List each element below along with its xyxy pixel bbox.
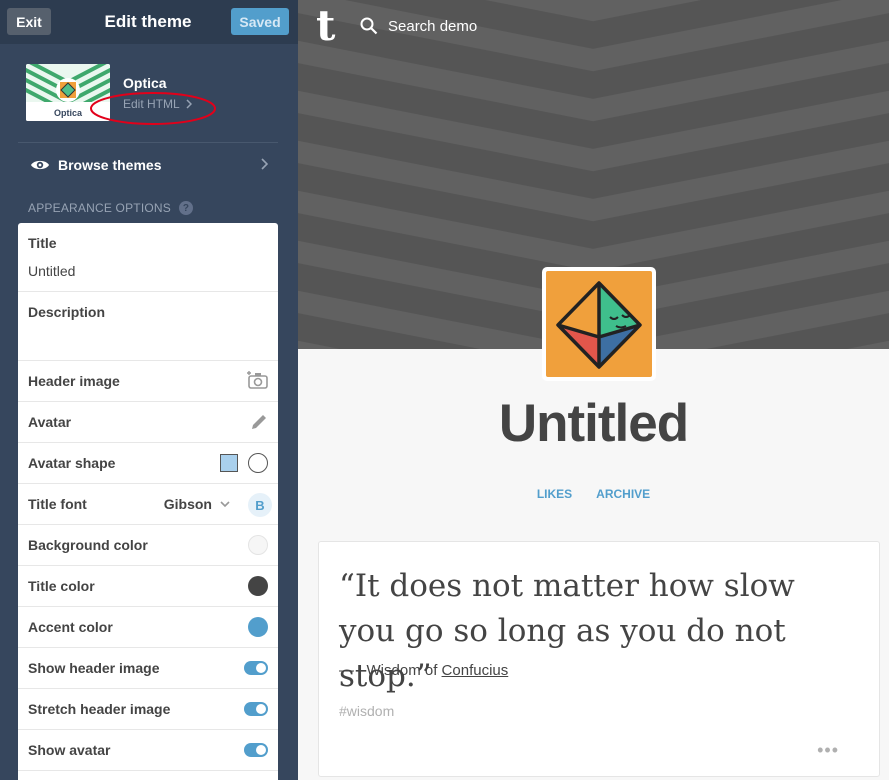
appearance-options-heading: APPEARANCE OPTIONS ? xyxy=(28,201,193,215)
tumblr-logo[interactable]: t xyxy=(316,5,335,47)
accent-color-swatch[interactable] xyxy=(248,617,268,637)
quote-source: — Wisdom of Confucius xyxy=(339,662,508,679)
title-font-option: Title font Gibson B xyxy=(18,484,278,525)
appearance-heading-text: APPEARANCE OPTIONS xyxy=(28,201,171,215)
blog-preview: t Search demo Untitled LIKES ARCHIVE “It… xyxy=(298,0,889,780)
background-color-option: Background color xyxy=(18,525,278,566)
avatar-image xyxy=(546,271,652,377)
avatar-label: Avatar xyxy=(28,414,72,430)
exit-button[interactable]: Exit xyxy=(7,8,51,35)
title-font-label: Title font xyxy=(28,496,87,512)
post-tag[interactable]: #wisdom xyxy=(339,703,394,719)
stretch-header-image-label: Stretch header image xyxy=(28,701,171,717)
nav-likes-link[interactable]: LIKES xyxy=(537,487,572,501)
accent-color-label: Accent color xyxy=(28,619,113,635)
search-placeholder: Search demo xyxy=(388,17,478,35)
title-input[interactable]: Untitled xyxy=(28,263,75,279)
browse-themes-link[interactable]: Browse themes xyxy=(18,142,278,186)
title-color-option: Title color xyxy=(18,566,278,607)
show-header-image-option: Show header image xyxy=(18,648,278,689)
background-color-swatch[interactable] xyxy=(248,535,268,555)
description-option[interactable]: Description xyxy=(18,292,278,361)
avatar-shape-circle[interactable] xyxy=(248,453,268,473)
chevron-right-icon xyxy=(261,158,268,170)
show-avatar-label: Show avatar xyxy=(28,742,111,758)
avatar-option[interactable]: Avatar xyxy=(18,402,278,443)
editor-title: Edit theme xyxy=(104,12,192,31)
avatar-shape-option: Avatar shape xyxy=(18,443,278,484)
stretch-header-image-toggle[interactable] xyxy=(244,702,268,716)
avatar-shape-square[interactable] xyxy=(220,454,238,472)
title-color-swatch[interactable] xyxy=(248,576,268,596)
search-icon xyxy=(360,17,378,35)
header-image-option[interactable]: Header image xyxy=(18,361,278,402)
annotation-ellipse xyxy=(90,92,216,125)
eye-icon xyxy=(31,160,49,169)
title-option[interactable]: Title Untitled xyxy=(18,223,278,292)
blog-nav: LIKES ARCHIVE xyxy=(298,487,889,501)
accent-color-option: Accent color xyxy=(18,607,278,648)
description-option-label: Description xyxy=(28,304,106,320)
more-options-icon[interactable]: ••• xyxy=(817,740,839,761)
title-font-select[interactable]: Gibson xyxy=(164,496,230,512)
saved-button[interactable]: Saved xyxy=(231,8,289,35)
appearance-options-panel: Title Untitled Description Header image … xyxy=(18,223,278,780)
show-header-image-label: Show header image xyxy=(28,660,160,676)
quote-dash: — xyxy=(339,662,354,679)
quote-post: “It does not matter how slow you go so l… xyxy=(318,541,880,777)
title-font-bold-toggle[interactable]: B xyxy=(248,493,272,517)
header-image-label: Header image xyxy=(28,373,120,389)
pencil-icon[interactable] xyxy=(250,413,268,431)
nav-archive-link[interactable]: ARCHIVE xyxy=(596,487,650,501)
description-input[interactable] xyxy=(28,332,268,352)
show-header-image-toggle[interactable] xyxy=(244,661,268,675)
title-color-label: Title color xyxy=(28,578,95,594)
search-bar[interactable]: Search demo xyxy=(360,17,477,35)
editor-topbar: Exit Edit theme Saved xyxy=(0,0,298,44)
octahedron-avatar-icon xyxy=(556,281,642,369)
background-color-label: Background color xyxy=(28,537,148,553)
avatar-shape-label: Avatar shape xyxy=(28,455,116,471)
theme-editor-sidebar: Exit Edit theme Saved Optica Optica Edit… xyxy=(0,0,298,780)
title-option-label: Title xyxy=(28,235,57,251)
help-icon[interactable]: ? xyxy=(178,201,193,215)
show-avatar-option: Show avatar xyxy=(18,730,278,771)
show-avatar-toggle[interactable] xyxy=(244,743,268,757)
stretch-header-image-option: Stretch header image xyxy=(18,689,278,730)
browse-themes-label: Browse themes xyxy=(58,156,162,173)
chevron-down-icon xyxy=(220,500,230,507)
quote-source-prefix: Wisdom of xyxy=(366,662,438,679)
camera-icon[interactable] xyxy=(247,370,269,390)
quote-source-link[interactable]: Confucius xyxy=(442,662,509,679)
avatar[interactable] xyxy=(542,267,656,381)
title-font-value: Gibson xyxy=(163,496,212,512)
blog-title: Untitled xyxy=(498,394,689,453)
theme-name: Optica xyxy=(123,75,167,91)
